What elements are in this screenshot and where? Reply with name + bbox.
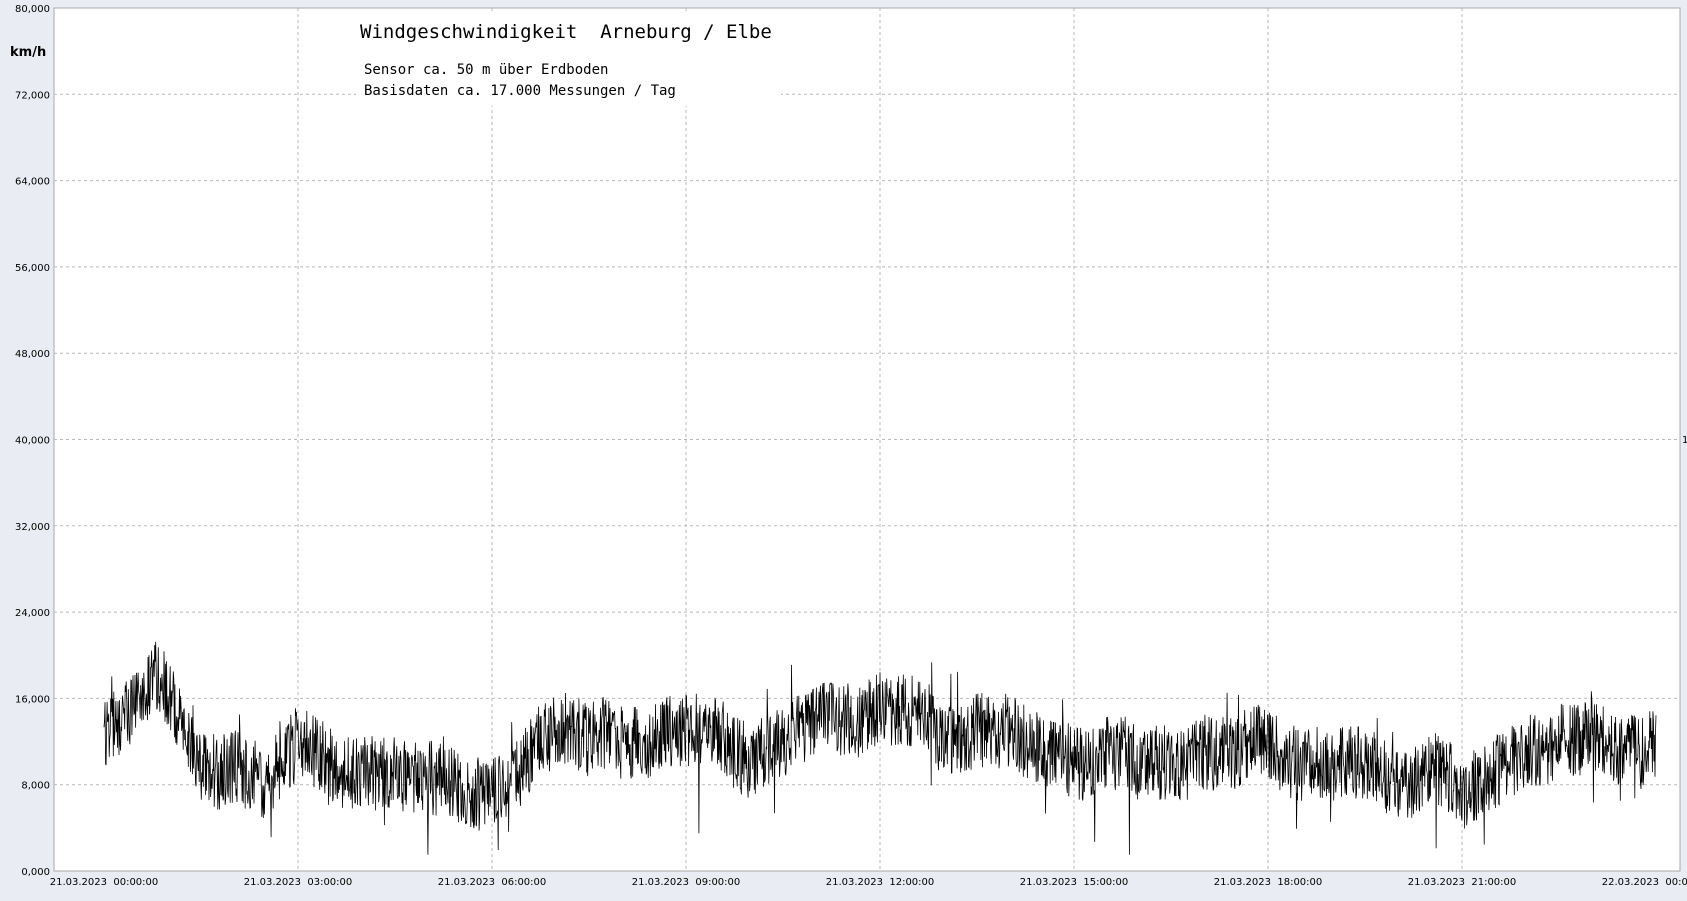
chart-title: Windgeschwindigkeit Arneburg / Elbe [360, 21, 772, 43]
y-tick-label: 64,000 [15, 177, 50, 188]
y-tick-label: 40,000 [15, 436, 50, 447]
right-edge-label: 1 [1682, 435, 1687, 446]
x-tick-label: 21.03.2023 18:00:00 [1214, 877, 1323, 888]
wind-speed-chart: 0,000 8,000 16,000 24,000 32,000 40,000 48,000… [10, 4, 1687, 888]
y-tick-label: 32,000 [15, 522, 50, 533]
chart-root: 0,000 8,000 16,000 24,000 32,000 40,000 48,000… [0, 0, 1687, 897]
y-axis-label: km/h [10, 45, 46, 60]
y-tick-label: 72,000 [15, 90, 50, 101]
x-tick-label: 21.03.2023 00:00:00 [50, 877, 159, 888]
x-axis-ticks: 21.03.2023 00:00:00 21.03.2023 03:00:00 21… [50, 877, 1687, 888]
x-tick-label: 21.03.2023 03:00:00 [244, 877, 353, 888]
y-tick-label: 48,000 [15, 349, 50, 360]
x-tick-label: 22.03.2023 00:00:00 [1602, 877, 1687, 888]
y-tick-label: 24,000 [15, 608, 50, 619]
x-tick-label: 21.03.2023 09:00:00 [632, 877, 741, 888]
y-tick-label: 16,000 [15, 694, 50, 705]
x-tick-label: 21.03.2023 21:00:00 [1408, 877, 1517, 888]
chart-subtitle-line-1: Sensor ca. 50 m über Erdboden [364, 62, 608, 78]
y-axis-ticks: 0,000 8,000 16,000 24,000 32,000 40,000 48,000… [15, 4, 50, 878]
chart-subtitle-line-2: Basisdaten ca. 17.000 Messungen / Tag [364, 83, 676, 99]
x-tick-label: 21.03.2023 06:00:00 [438, 877, 547, 888]
y-tick-label: 56,000 [15, 263, 50, 274]
y-tick-label: 0,000 [21, 867, 50, 878]
y-tick-label: 8,000 [21, 781, 50, 792]
x-tick-label: 21.03.2023 12:00:00 [826, 877, 935, 888]
x-tick-label: 21.03.2023 15:00:00 [1020, 877, 1129, 888]
y-tick-label: 80,000 [15, 4, 50, 15]
